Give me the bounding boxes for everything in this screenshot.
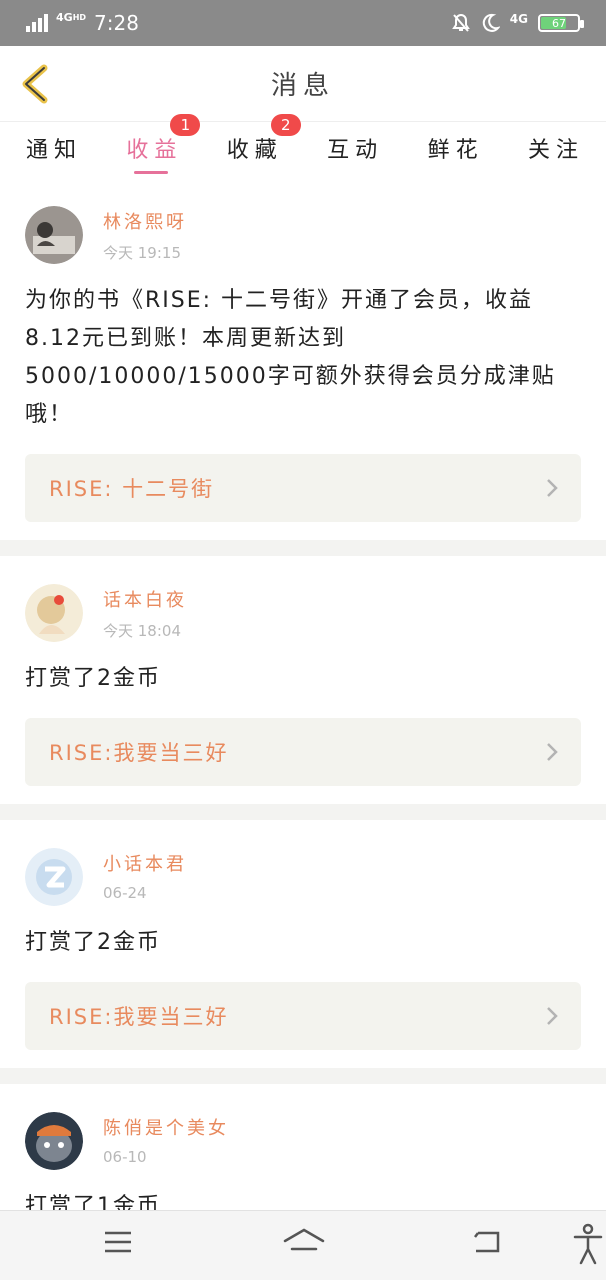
avatar[interactable] xyxy=(25,848,83,906)
mute-notification-icon xyxy=(451,13,470,32)
message-time: 今天 18:04 xyxy=(103,622,181,640)
network-badge: HD xyxy=(72,12,87,22)
book-title: RISE:我要当三好 xyxy=(49,1005,229,1029)
network-label-right: 4G xyxy=(509,12,528,26)
message-text: 打赏了2金币 xyxy=(25,930,161,955)
earnings-count-badge: 1 xyxy=(170,114,201,136)
message-feed[interactable]: 林洛熙呀 今天 19:15 为你的书《RISE: 十二号街》开通了会员，收益8.… xyxy=(0,178,606,1210)
tab-bar: 通知 收益 1 收藏 2 互动 鲜花 关注 xyxy=(0,114,606,178)
sender-name[interactable]: 林洛熙呀 xyxy=(103,208,187,234)
network-label: 4G xyxy=(56,10,73,24)
back-icon[interactable] xyxy=(472,1229,504,1257)
tab-favorites[interactable]: 收藏 2 xyxy=(226,114,301,178)
message-card: 话本白夜 今天 18:04 打赏了2金币 RISE:我要当三好 xyxy=(0,556,606,804)
book-link[interactable]: RISE:我要当三好 xyxy=(25,982,581,1050)
message-card: 林洛熙呀 今天 19:15 为你的书《RISE: 十二号街》开通了会员，收益8.… xyxy=(0,178,606,540)
tab-label: 关注 xyxy=(527,138,584,163)
tab-earnings[interactable]: 收益 1 xyxy=(126,114,201,178)
book-link[interactable]: RISE:我要当三好 xyxy=(25,718,581,786)
battery-icon: 67 xyxy=(538,14,584,32)
message-time: 06-24 xyxy=(103,884,147,902)
avatar[interactable] xyxy=(25,584,83,642)
tab-interactions[interactable]: 互动 xyxy=(327,122,383,178)
tab-notifications[interactable]: 通知 xyxy=(26,122,82,178)
status-bar: 4G HD 7:28 4G 67 xyxy=(0,0,606,46)
system-nav-bar xyxy=(0,1210,606,1280)
tab-label: 鲜花 xyxy=(427,138,484,163)
message-card: 小话本君 06-24 打赏了2金币 RISE:我要当三好 xyxy=(0,820,606,1068)
chevron-right-icon xyxy=(547,743,558,761)
tab-following[interactable]: 关注 xyxy=(528,122,584,178)
battery-level: 67 xyxy=(552,16,566,30)
status-time: 7:28 xyxy=(94,11,139,35)
book-title: RISE:我要当三好 xyxy=(49,741,229,765)
signal-icon xyxy=(26,14,48,32)
tab-label: 收藏 xyxy=(226,138,283,163)
sender-name[interactable]: 话本白夜 xyxy=(103,586,187,612)
chevron-right-icon xyxy=(547,479,558,497)
message-card: 陈俏是个美女 06-10 打赏了1金币 xyxy=(0,1084,606,1210)
avatar[interactable] xyxy=(25,206,83,264)
avatar[interactable] xyxy=(25,1112,83,1170)
book-link[interactable]: RISE: 十二号街 xyxy=(25,454,581,522)
moon-icon xyxy=(482,13,500,32)
tab-label: 通知 xyxy=(26,138,83,163)
sender-name[interactable]: 陈俏是个美女 xyxy=(103,1114,229,1140)
sender-name[interactable]: 小话本君 xyxy=(103,850,187,876)
message-time: 今天 19:15 xyxy=(103,244,181,262)
book-title: RISE: 十二号街 xyxy=(49,477,215,501)
app-header: 消息 xyxy=(0,46,606,122)
tab-label: 互动 xyxy=(327,138,384,163)
tab-flowers[interactable]: 鲜花 xyxy=(428,122,484,178)
message-text: 打赏了2金币 xyxy=(25,666,161,691)
message-text: 为你的书《RISE: 十二号街》开通了会员，收益8.12元已到账！本周更新达到5… xyxy=(25,288,556,427)
tab-label: 收益 xyxy=(126,138,183,163)
accessibility-icon[interactable] xyxy=(572,1223,604,1265)
page-title: 消息 xyxy=(270,71,335,101)
message-time: 06-10 xyxy=(103,1148,147,1166)
back-arrow-icon[interactable] xyxy=(18,64,52,104)
menu-icon[interactable] xyxy=(103,1229,133,1255)
home-icon[interactable] xyxy=(283,1227,325,1257)
chevron-right-icon xyxy=(547,1007,558,1025)
favorites-count-badge: 2 xyxy=(270,114,301,136)
message-text: 打赏了1金币 xyxy=(25,1194,161,1210)
